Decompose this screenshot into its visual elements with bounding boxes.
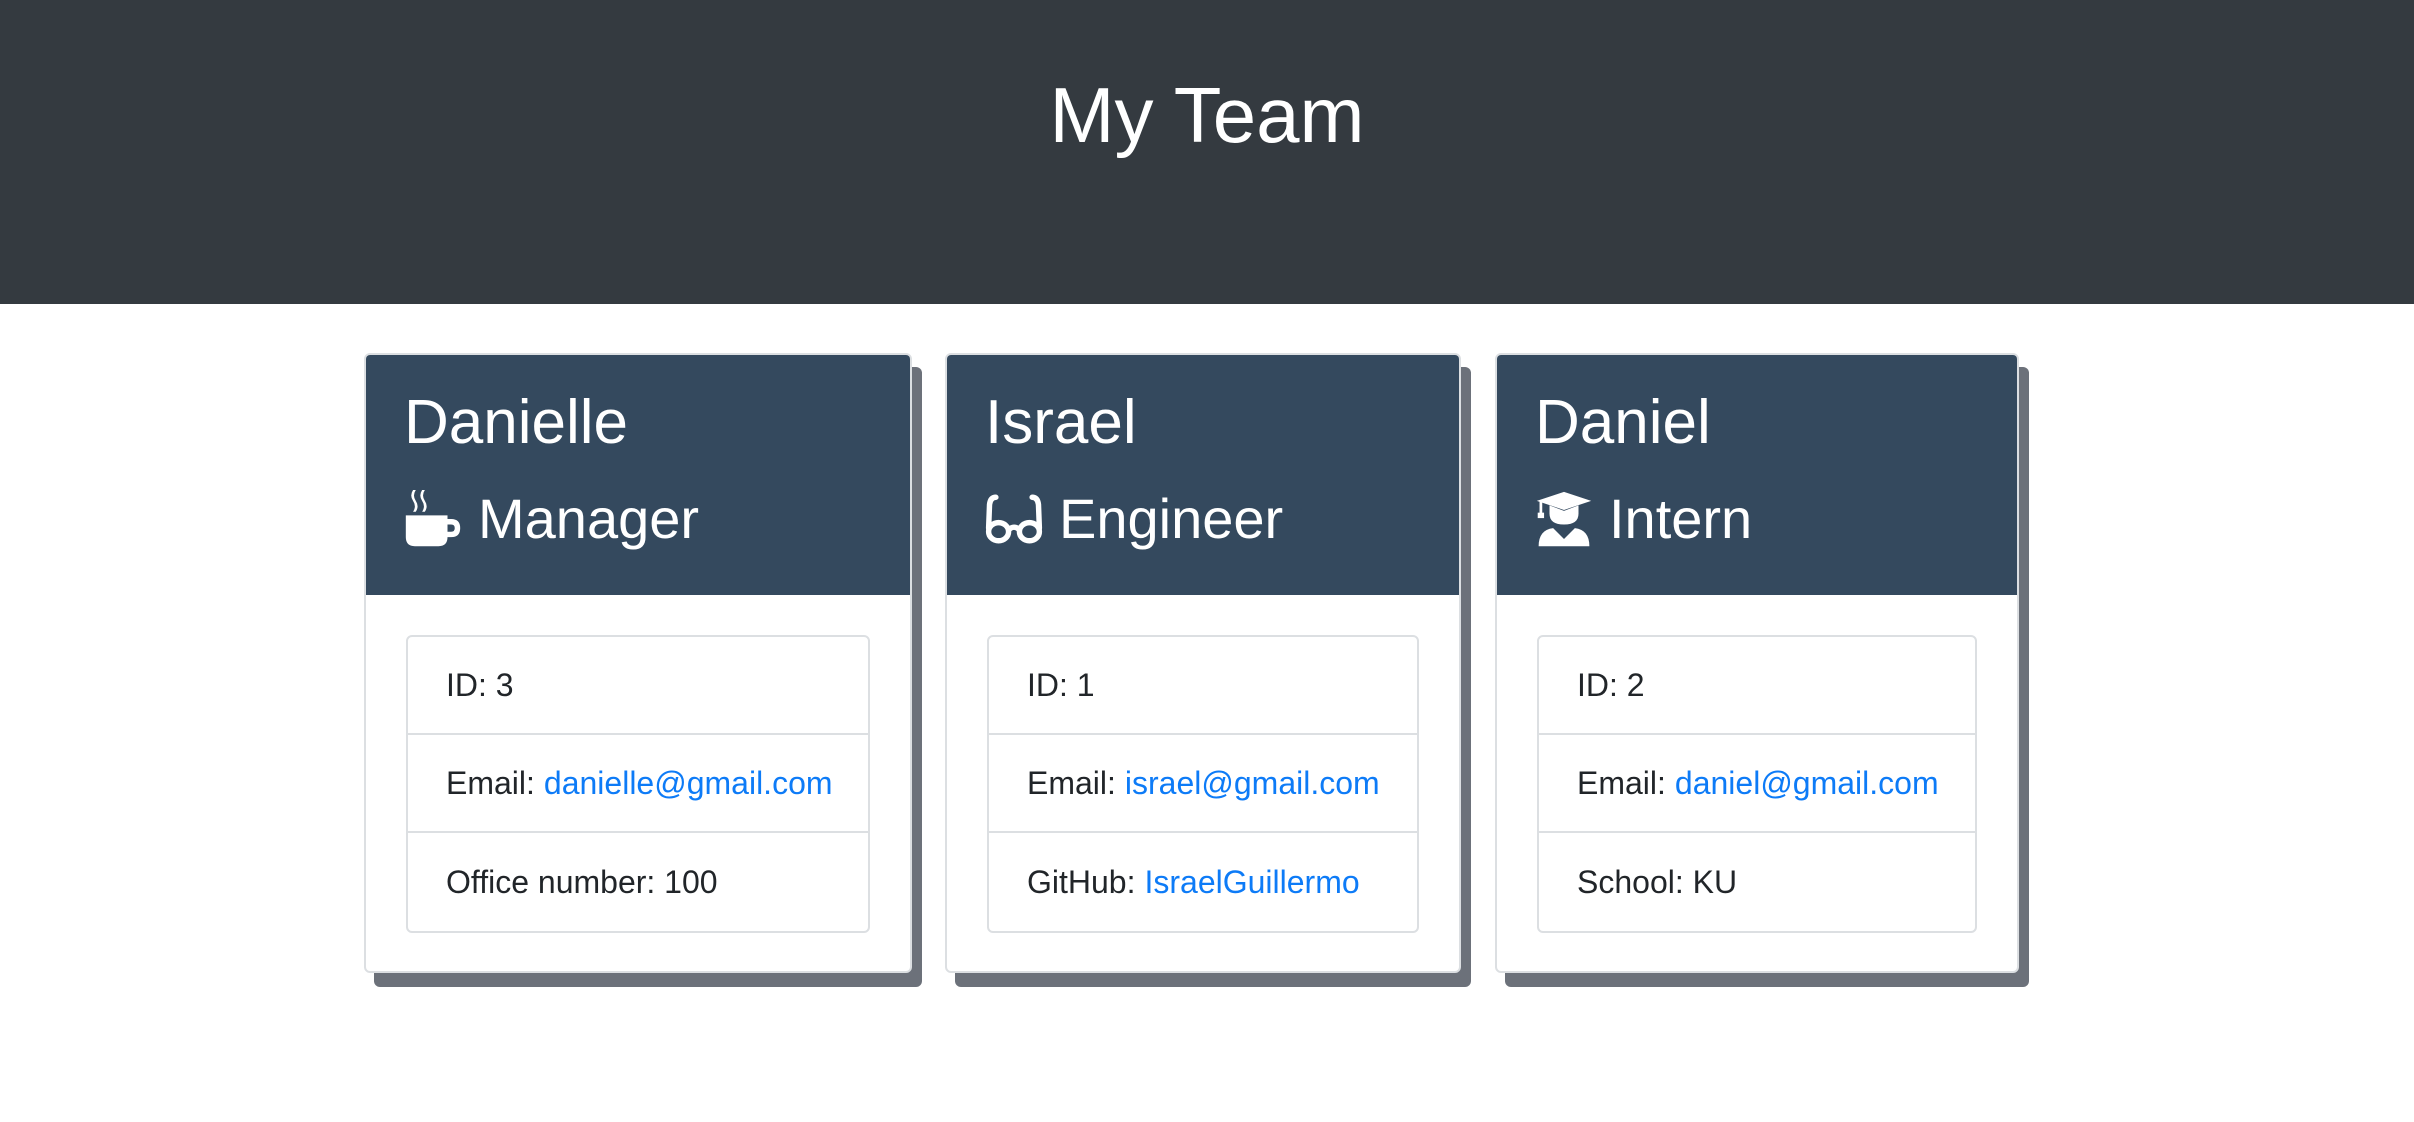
page-header: My Team [0, 0, 2414, 304]
email-label: Email: [446, 764, 535, 801]
employee-id: ID: 3 [408, 637, 868, 735]
employee-email-row: Email: danielle@gmail.com [408, 735, 868, 833]
github-row: GitHub: IsraelGuillermo [989, 833, 1417, 931]
email-link[interactable]: daniel@gmail.com [1675, 765, 1939, 802]
employee-card-engineer: Israel Engineer ID: 1 Email: israel@gmai… [945, 353, 1461, 973]
school: School: KU [1577, 863, 1738, 900]
email-label: Email: [1027, 764, 1116, 801]
email-link[interactable]: israel@gmail.com [1125, 765, 1380, 802]
employee-details: ID: 3 Email: danielle@gmail.com Office n… [406, 635, 870, 933]
glasses-icon [985, 490, 1043, 548]
employee-name: Daniel [1535, 388, 1711, 457]
card-header: Israel Engineer [947, 355, 1459, 595]
employee-id: ID: 2 [1539, 637, 1975, 735]
page-title: My Team [1049, 71, 1365, 159]
role-label: Engineer [1059, 487, 1284, 550]
github-label: GitHub: [1027, 863, 1136, 900]
employee-role: Manager [404, 479, 699, 559]
employee-card-intern: Daniel Intern ID: 2 Email: daniel@gmail.… [1495, 353, 2019, 973]
employee-details: ID: 2 Email: daniel@gmail.com School: KU [1537, 635, 1977, 933]
graduate-icon [1535, 490, 1593, 548]
employee-name: Danielle [404, 388, 629, 457]
employee-email-row: Email: israel@gmail.com [989, 735, 1417, 833]
employee-card-manager: Danielle Manager ID: 3 Email: danielle@g… [364, 353, 912, 973]
github-link[interactable]: IsraelGuillermo [1144, 864, 1359, 901]
employee-role: Engineer [985, 479, 1283, 559]
employee-name: Israel [985, 388, 1137, 457]
role-label: Intern [1609, 487, 1753, 550]
employee-email-row: Email: daniel@gmail.com [1539, 735, 1975, 833]
email-label: Email: [1577, 764, 1666, 801]
coffee-icon [404, 490, 462, 548]
employee-role: Intern [1535, 479, 1752, 559]
role-label: Manager [478, 487, 700, 550]
card-header: Danielle Manager [366, 355, 910, 595]
employee-id: ID: 1 [989, 637, 1417, 735]
card-header: Daniel Intern [1497, 355, 2017, 595]
office-number: Office number: 100 [446, 863, 718, 900]
email-link[interactable]: danielle@gmail.com [544, 765, 833, 802]
employee-details: ID: 1 Email: israel@gmail.com GitHub: Is… [987, 635, 1419, 933]
